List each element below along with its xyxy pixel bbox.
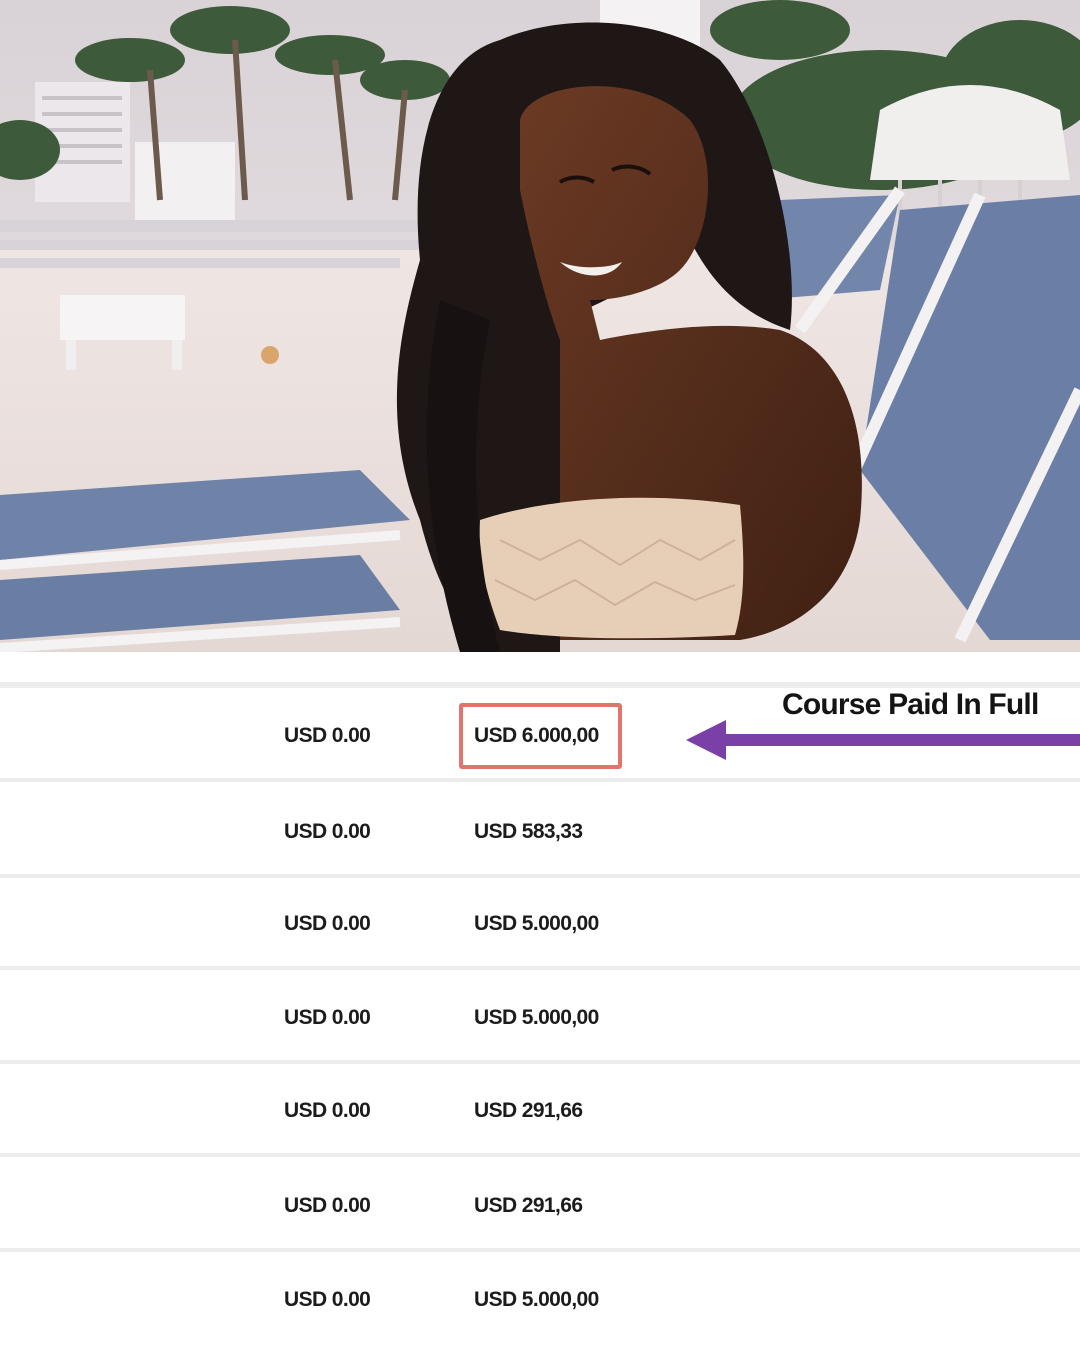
amount-cell-right: USD 5.000,00 (474, 912, 599, 935)
amount-cell-left: USD 0.00 (284, 912, 371, 935)
transaction-table: USD 0.00 USD 6.000,00 USD 0.00 USD 583,3… (0, 652, 1080, 1349)
amount-cell-right: USD 291,66 (474, 1099, 583, 1122)
table-row: USD 0.00 USD 5.000,00 (0, 878, 1080, 970)
row-divider (0, 1153, 1080, 1157)
amount-cell-right: USD 583,33 (474, 820, 583, 843)
amount-cell-left: USD 0.00 (284, 1006, 371, 1029)
table-row: USD 0.00 USD 583,33 (0, 786, 1080, 878)
amount-cell-right: USD 5.000,00 (474, 1288, 599, 1311)
callout-label: Course Paid In Full (782, 688, 1039, 721)
row-divider (0, 966, 1080, 970)
amount-cell-right: USD 291,66 (474, 1194, 583, 1217)
table-row: USD 0.00 USD 291,66 (0, 1160, 1080, 1252)
amount-cell-left: USD 0.00 (284, 724, 371, 747)
left-arrow-icon (686, 720, 1080, 760)
amount-cell-left: USD 0.00 (284, 820, 371, 843)
row-divider (0, 1248, 1080, 1252)
row-divider (0, 778, 1080, 782)
row-divider (0, 1060, 1080, 1064)
beach-photo-illustration (0, 0, 1080, 652)
table-row: USD 0.00 USD 5.000,00 (0, 1254, 1080, 1346)
table-row: USD 0.00 USD 291,66 (0, 1065, 1080, 1157)
table-row: USD 0.00 USD 5.000,00 (0, 972, 1080, 1064)
amount-cell-right: USD 5.000,00 (474, 1006, 599, 1029)
amount-cell-left: USD 0.00 (284, 1099, 371, 1122)
amount-cell-right: USD 6.000,00 (474, 724, 599, 747)
amount-cell-left: USD 0.00 (284, 1194, 371, 1217)
beach-photo (0, 0, 1080, 652)
amount-cell-left: USD 0.00 (284, 1288, 371, 1311)
